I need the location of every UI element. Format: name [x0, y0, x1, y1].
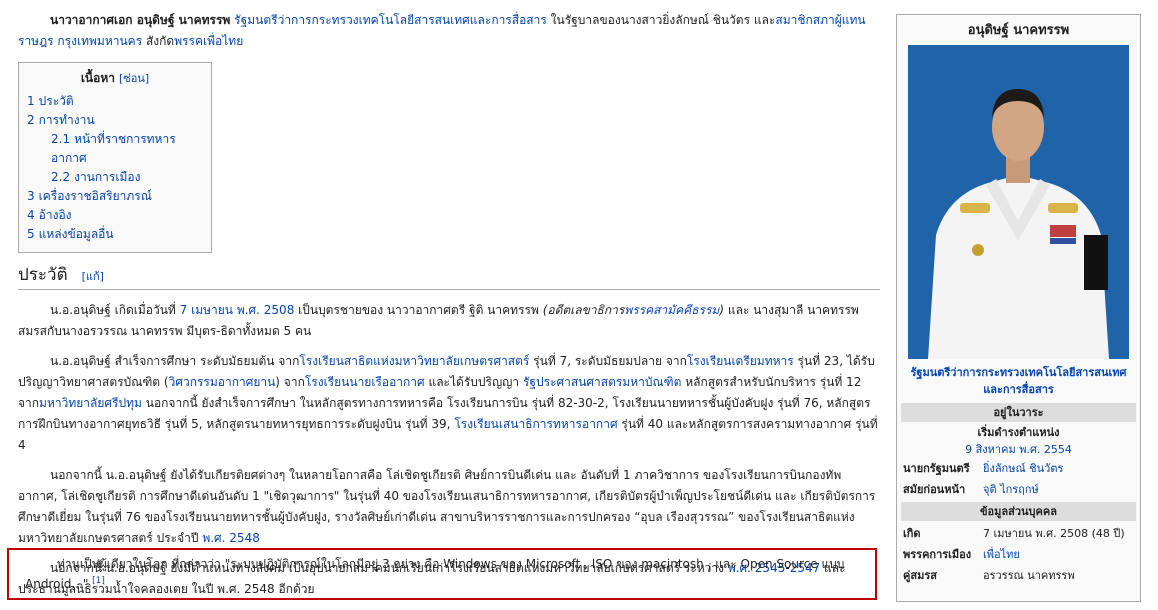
paragraph-honors: นอกจากนี้ น.อ.อนุดิษฐ์ ยังได้รับเกียรติย…	[18, 468, 876, 545]
table-of-contents: เนื้อหา [ซ่อน] 1 ประวัติ 2 การทำงาน 2.1 หน้า…	[18, 62, 212, 253]
toc-item[interactable]: 2.2 งานการเมือง	[27, 168, 203, 187]
article-body: นาวาอากาศเอก อนุดิษฐ์ นาคทรรพ รัฐมนตรีว่…	[18, 10, 880, 609]
toc-item[interactable]: 4 อ้างอิง	[27, 206, 203, 225]
portrait-illustration	[908, 45, 1129, 359]
section-heading-biography: ประวัติ [แก้]	[18, 265, 880, 290]
paragraph-birth: น.อ.อนุดิษฐ์ เกิดเมื่อวันที่ 7 เมษายน พ.…	[18, 303, 859, 338]
toc-toggle[interactable]: [ซ่อน]	[119, 72, 149, 85]
link-minister[interactable]: รัฐมนตรีว่าการกระทรวงเทคโนโลยีสารสนเทศแล…	[234, 13, 547, 27]
party-row: พรรคการเมือง เพื่อไทย	[897, 544, 1140, 565]
born-row: เกิด 7 เมษายน พ.ศ. 2508 (48 ปี)	[903, 527, 1125, 540]
intro-paragraph: นาวาอากาศเอก อนุดิษฐ์ นาคทรรพ รัฐมนตรีว่…	[18, 13, 866, 48]
pm-link[interactable]: ยิ่งลักษณ์ ชินวัตร	[983, 460, 1134, 477]
link-party[interactable]: พรรคเพื่อไทย	[174, 34, 243, 48]
party-link[interactable]: เพื่อไทย	[983, 546, 1134, 563]
infobox: อนุดิษฐ์ นาคทรรพ รัฐมนตรีว่าการกระทรวงเท…	[896, 14, 1141, 602]
caption-link-minister[interactable]: รัฐมนตรีว่าการกระทรวงเทคโนโลยีสารสนเทศแล…	[911, 366, 1127, 396]
section-edit-link[interactable]: [แก้]	[82, 270, 104, 283]
pm-row: นายกรัฐมนตรี ยิ่งลักษณ์ ชินวัตร	[897, 458, 1140, 479]
reference-link[interactable]: [1]	[92, 576, 105, 586]
toc-item[interactable]: 5 แหล่งข้อมูลอื่น	[27, 225, 203, 244]
personal-info-bar: ข้อมูลส่วนบุคคล	[901, 502, 1136, 521]
toc-title: เนื้อหา [ซ่อน]	[80, 71, 150, 85]
predecessor-row: สมัยก่อนหน้า จุติ ไกรฤกษ์	[897, 479, 1140, 500]
toc-item[interactable]: 1 ประวัติ	[27, 92, 203, 111]
portrait-photo[interactable]	[908, 45, 1129, 359]
start-date-link[interactable]: 9 สิงหาคม พ.ศ. 2554	[965, 443, 1072, 456]
toc-item[interactable]: 2 การทำงาน	[27, 111, 203, 130]
paragraph-education: น.อ.อนุดิษฐ์ สำเร็จการศึกษา ระดับมัธยมต้…	[18, 354, 878, 452]
start-label: เริ่มดำรงตำแหน่ง	[977, 426, 1060, 439]
infobox-title: อนุดิษฐ์ นาคทรรพ	[967, 23, 1070, 38]
incumbent-bar: อยู่ในวาระ	[901, 403, 1136, 422]
highlighted-quote-paragraph: ท่านเป็นผู้เดียวในโลก ที่กล่าวว่า "ระบบป…	[25, 557, 845, 591]
toc-item[interactable]: 2.1 หน้าที่ราชการทหารอากาศ	[27, 130, 203, 168]
predecessor-link[interactable]: จุติ ไกรฤกษ์	[983, 481, 1134, 498]
spouse-row: คู่สมรส อรวรรณ นาคทรรพ	[903, 569, 1075, 582]
subject-name: นาวาอากาศเอก อนุดิษฐ์ นาคทรรพ	[50, 13, 231, 27]
toc-item[interactable]: 3 เครื่องราชอิสริยาภรณ์	[27, 187, 203, 206]
